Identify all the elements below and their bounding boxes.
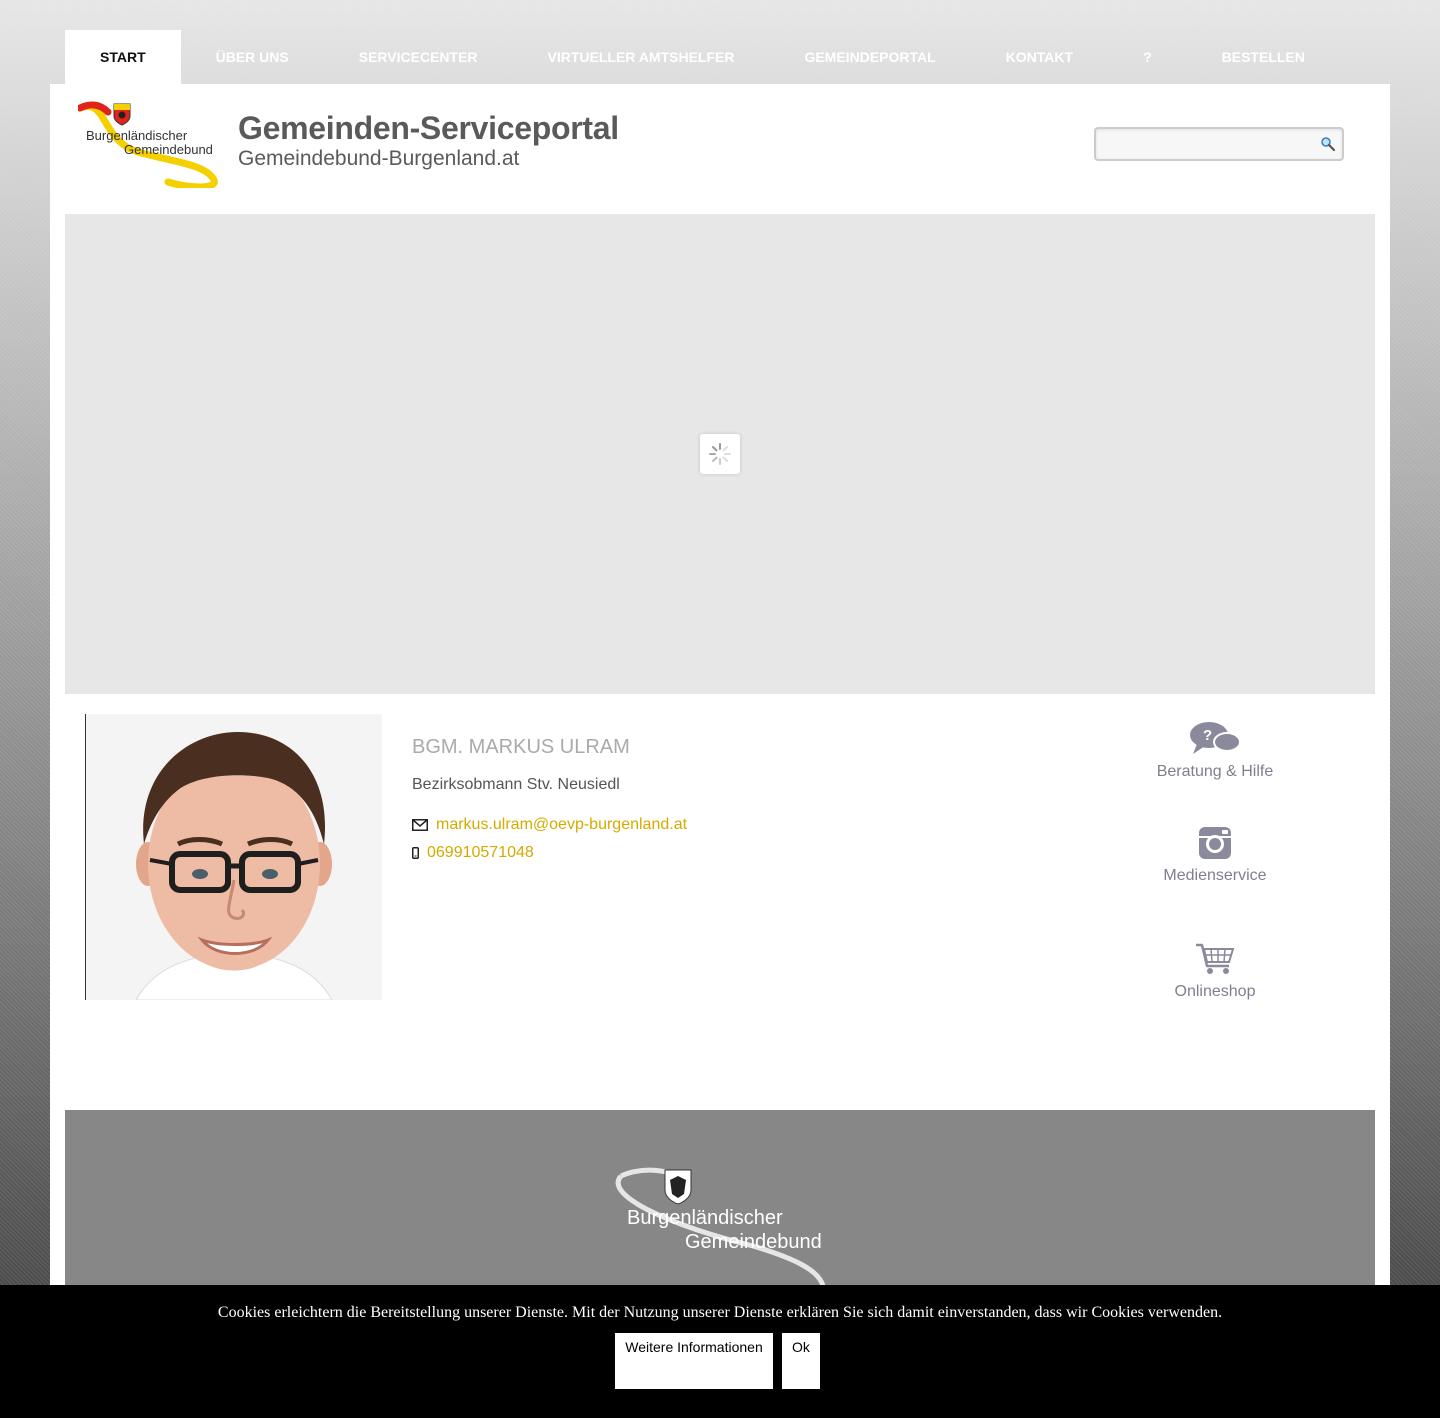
nav-start[interactable]: START [65, 30, 181, 84]
email-link[interactable]: markus.ulram@oevp-burgenland.at [436, 816, 687, 834]
nav-kontakt[interactable]: KONTAKT [971, 30, 1108, 84]
beratung-hilfe-label: Beratung & Hilfe [1156, 763, 1274, 780]
camera-icon [1199, 827, 1231, 859]
onlineshop-label: Onlineshop [1174, 983, 1256, 1000]
nav-bestellen[interactable]: BESTELLEN [1187, 30, 1340, 84]
site-title: Gemeinden-Serviceportal [238, 110, 619, 146]
main-navigation: START ÜBER UNS SERVICECENTER VIRTUELLER … [65, 30, 1340, 84]
person-role: Bezirksobmann Stv. Neusiedl [412, 776, 620, 793]
nav-help[interactable]: ? [1108, 30, 1187, 84]
site-subtitle: Gemeindebund-Burgenland.at [238, 147, 520, 170]
footer-logo-line1: Burgenländischer [627, 1207, 783, 1229]
search-input[interactable] [1096, 129, 1322, 157]
shopping-cart-icon [1196, 943, 1235, 974]
cookie-text: Cookies erleichtern die Bereitstellung u… [217, 1304, 1223, 1321]
search-icon[interactable] [1320, 136, 1336, 152]
logo-text-line1: Burgenländischer [86, 128, 188, 143]
page-wrapper: Burgenländischer Gemeindebund Gemeinden-… [50, 84, 1390, 1418]
cookie-banner: Cookies erleichtern die Bereitstellung u… [0, 1285, 1440, 1418]
chat-bubbles-icon: ? [1190, 722, 1241, 754]
phone-link[interactable]: 069910571048 [427, 844, 534, 862]
nav-virtueller-amtshelfer[interactable]: VIRTUELLER AMTSHELFER [513, 30, 770, 84]
nav-ueber-uns[interactable]: ÜBER UNS [181, 30, 324, 84]
nav-servicecenter[interactable]: SERVICECENTER [324, 30, 513, 84]
contact-email-row: markus.ulram@oevp-burgenland.at [412, 816, 687, 834]
envelope-icon [412, 819, 428, 831]
beratung-hilfe-link[interactable]: ? Beratung & Hilfe [1135, 720, 1295, 781]
onlineshop-link[interactable]: Onlineshop [1135, 942, 1295, 1001]
contact-phone-row: 069910571048 [412, 844, 534, 862]
nav-gemeindeportal[interactable]: GEMEINDEPORTAL [769, 30, 970, 84]
loading-spinner-icon [700, 434, 740, 474]
image-slider[interactable] [65, 214, 1375, 694]
logo-text-line2: Gemeindebund [124, 142, 213, 157]
footer-logo-line2: Gemeindebund [685, 1231, 822, 1253]
cookie-ok-button[interactable]: Ok [782, 1333, 820, 1389]
medienservice-link[interactable]: Medienservice [1135, 826, 1295, 885]
svg-text:?: ? [1203, 727, 1212, 744]
footer-logo: Burgenländischer Gemeindebund [613, 1166, 827, 1290]
cookie-more-info-button[interactable]: Weitere Informationen [615, 1333, 773, 1389]
profile-photo [85, 714, 382, 1000]
mobile-phone-icon [412, 847, 419, 859]
search-box [1094, 127, 1344, 161]
person-name: BGM. MARKUS ULRAM [412, 736, 630, 758]
medienservice-label: Medienservice [1163, 867, 1267, 884]
gemeindebund-logo[interactable]: Burgenländischer Gemeindebund [76, 100, 218, 191]
